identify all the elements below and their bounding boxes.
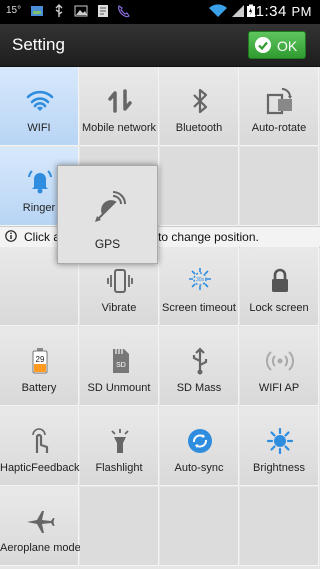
- temperature: 15°: [6, 5, 22, 16]
- battery-icon: 29: [32, 348, 48, 374]
- wifi-ap-icon: [265, 351, 295, 371]
- tile-battery[interactable]: 29 Battery: [0, 327, 79, 406]
- auto-rotate-icon: [266, 88, 292, 115]
- tile-sd-mass[interactable]: SD Mass: [160, 327, 239, 406]
- wifi-icon: [26, 90, 54, 111]
- gps-icon: [95, 191, 126, 222]
- haptic-icon: [32, 428, 49, 453]
- image-notification-icon: [31, 6, 43, 16]
- bluetooth-icon: [193, 88, 208, 114]
- sd-card-icon: SD: [113, 349, 129, 373]
- tile-wifi-ap[interactable]: WIFI AP: [240, 327, 319, 406]
- cell-signal-icon: [232, 5, 244, 17]
- tile-screen-timeout[interactable]: 30s Screen timeout: [160, 247, 239, 326]
- flashlight-icon: [111, 429, 129, 453]
- hint-bar: Click and toggle the icon to change posi…: [0, 226, 320, 248]
- svg-text:SD: SD: [116, 362, 126, 369]
- tile-bluetooth[interactable]: Bluetooth: [160, 67, 239, 146]
- tile-label: Auto-rotate: [251, 122, 307, 134]
- tile-label: Mobile network: [82, 122, 156, 134]
- tile-label: Bluetooth: [175, 122, 223, 134]
- tile-auto-rotate[interactable]: Auto-rotate: [240, 67, 319, 146]
- airplane-icon: [27, 511, 55, 533]
- tile-wifi[interactable]: WIFI: [0, 67, 79, 146]
- tile-label: Auto-sync: [174, 462, 224, 474]
- tile-label: Battery: [21, 382, 57, 394]
- gallery-notification-icon: [74, 5, 88, 17]
- tile-label: HapticFeedback: [0, 462, 80, 474]
- sync-icon: [188, 429, 212, 453]
- tile-label: Vibrate: [101, 302, 137, 314]
- tile-empty-slot[interactable]: [160, 147, 239, 226]
- tile-lock-screen[interactable]: Lock screen: [240, 247, 319, 326]
- page-title: Setting: [12, 35, 65, 54]
- tile-label: WIFI: [27, 122, 51, 134]
- document-notification-icon: [98, 5, 108, 17]
- ok-button[interactable]: OK: [248, 31, 306, 59]
- missed-call-icon: [118, 5, 130, 18]
- tile-empty-slot[interactable]: [160, 487, 239, 566]
- ok-label: OK: [277, 38, 298, 54]
- tile-empty-slot[interactable]: [240, 147, 319, 226]
- tile-haptic-feedback[interactable]: HapticFeedback: [0, 407, 80, 486]
- status-bar: 15° 11:34 PM: [0, 0, 320, 24]
- mobile-network-icon: [108, 89, 132, 113]
- tile-sd-unmount[interactable]: SD SD Unmount: [80, 327, 159, 406]
- tile-label: Flashlight: [95, 462, 143, 474]
- tile-mobile-network[interactable]: Mobile network: [80, 67, 159, 146]
- vibrate-icon: [107, 269, 133, 293]
- tile-empty-slot[interactable]: [240, 487, 319, 566]
- usb-icon: [192, 347, 208, 375]
- tile-label: Screen timeout: [162, 302, 236, 314]
- wifi-signal-icon: [209, 4, 227, 18]
- tile-empty-slot[interactable]: [80, 487, 159, 566]
- dragging-tile-label: GPS: [94, 237, 121, 251]
- check-icon: [255, 37, 271, 53]
- tile-brightness[interactable]: Brightness: [240, 407, 319, 486]
- usb-notification-icon: [55, 4, 63, 17]
- title-bar: Setting OK: [0, 24, 320, 67]
- dragging-tile-gps[interactable]: GPS: [57, 165, 158, 264]
- tile-label: Brightness: [253, 462, 305, 474]
- screen-timeout-icon: 30s: [189, 268, 211, 290]
- svg-text:30s: 30s: [196, 277, 205, 283]
- tile-aeroplane-mode[interactable]: Aeroplane mode: [0, 487, 81, 566]
- lock-icon: [272, 268, 288, 292]
- tile-flashlight[interactable]: Flashlight: [80, 407, 159, 486]
- tile-label: Lock screen: [249, 302, 309, 314]
- brightness-icon: [266, 427, 294, 455]
- clock: 11:34 PM: [247, 3, 312, 20]
- tile-label: SD Unmount: [87, 382, 151, 394]
- info-icon: [5, 230, 17, 242]
- battery-level: 29: [36, 355, 45, 364]
- ringer-icon: [28, 170, 52, 194]
- tile-label: WIFI AP: [258, 382, 300, 394]
- tile-label: Aeroplane mode: [0, 542, 81, 554]
- tile-auto-sync[interactable]: Auto-sync: [160, 407, 239, 486]
- tile-label: SD Mass: [176, 382, 222, 394]
